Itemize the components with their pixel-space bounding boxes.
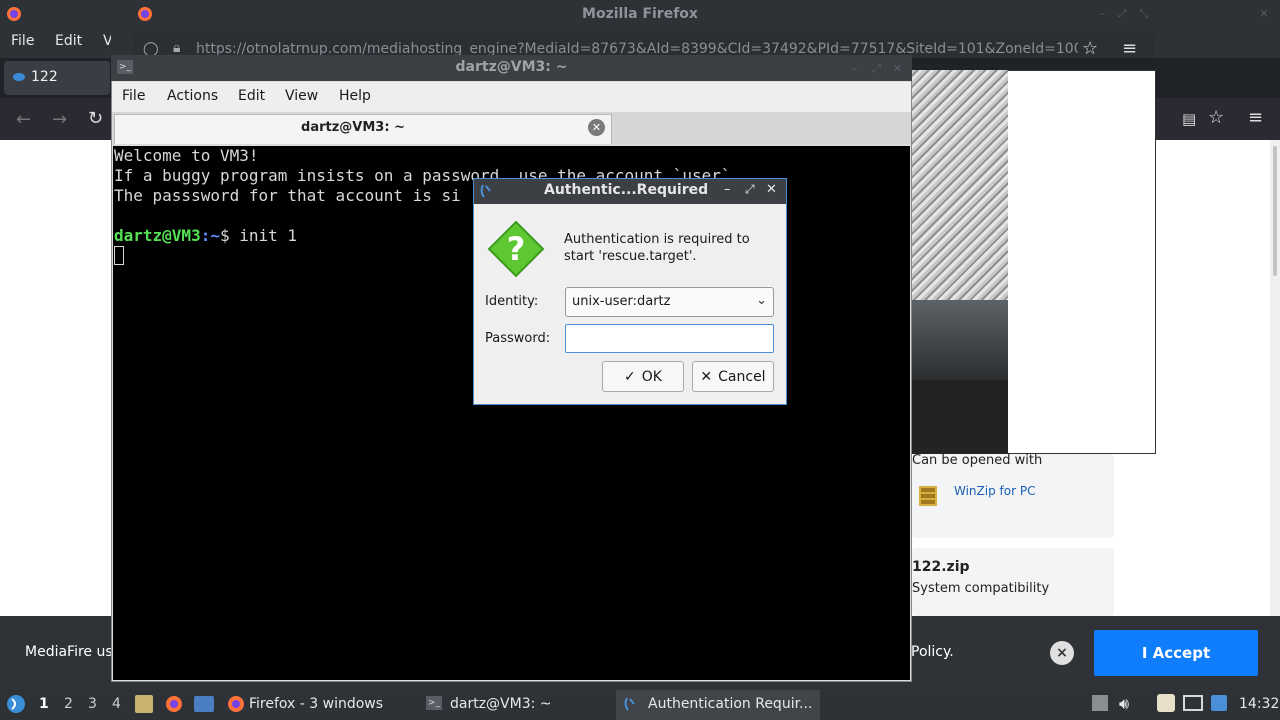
page-image-dark-area <box>912 380 1008 454</box>
clipboard-icon[interactable] <box>1157 694 1175 712</box>
cancel-button-label: Cancel <box>718 368 766 385</box>
unmaximize-icon[interactable]: ⤡ <box>1138 8 1150 20</box>
term-menu-file[interactable]: File <box>122 88 145 104</box>
password-label: Password: <box>485 331 551 346</box>
accept-cookies-button[interactable]: I Accept <box>1094 630 1258 676</box>
workspace-4[interactable]: 4 <box>112 696 121 712</box>
workspace-3[interactable]: 3 <box>88 696 97 712</box>
updates-icon[interactable] <box>1211 695 1227 711</box>
bookmark-star-icon-2[interactable]: ☆ <box>1208 107 1224 128</box>
tab-title: 122 <box>31 69 58 85</box>
network-icon[interactable] <box>1183 695 1203 711</box>
menu-hamburger-icon[interactable]: ≡ <box>1122 38 1137 59</box>
back-icon[interactable]: ← <box>16 109 31 130</box>
password-field[interactable] <box>565 324 774 353</box>
term-menu-help[interactable]: Help <box>339 88 371 104</box>
workspace-1[interactable]: 1 <box>39 696 49 712</box>
checkmark-icon: ✓ <box>624 368 636 385</box>
terminal-prompt-line: dartz@VM3:~$ init 1 <box>114 226 297 245</box>
firefox-launcher-icon[interactable] <box>165 695 183 717</box>
question-icon: ? <box>487 220 545 282</box>
minimize-icon[interactable]: – <box>1096 8 1108 20</box>
forward-icon[interactable]: → <box>52 109 67 130</box>
firefox-window-title: Mozilla Firefox <box>582 6 698 22</box>
start-menu-icon[interactable] <box>6 694 26 718</box>
identity-label: Identity: <box>485 294 539 309</box>
file-name: 122.zip <box>912 559 970 575</box>
terminal-line-3: The passsword for that account is si <box>114 186 461 205</box>
svg-text:?: ? <box>507 230 526 268</box>
task-auth-label: Authentication Requir... <box>648 696 813 712</box>
x-icon: ✕ <box>700 368 713 385</box>
auth-close-icon[interactable]: ✕ <box>766 182 777 197</box>
cancel-button[interactable]: ✕ Cancel <box>692 361 774 392</box>
lock-icon[interactable]: 🔒︎ <box>173 40 180 56</box>
ff-menu-file[interactable]: File <box>11 33 34 49</box>
browser-tab[interactable]: 122 <box>4 61 110 95</box>
maximize-icon[interactable]: ⤢ <box>1116 8 1128 20</box>
chevron-down-icon: ⌄ <box>756 293 767 308</box>
ff-menu-view[interactable]: View <box>103 33 111 49</box>
reader-view-icon[interactable]: ▤ <box>1182 110 1196 128</box>
auth-maximize-icon[interactable]: ⤢ <box>745 182 755 197</box>
mediafire-favicon <box>12 70 26 88</box>
system-compatibility-label: System compatibility <box>912 581 1050 596</box>
terminal-maximize-icon[interactable]: ⤢ <box>872 62 881 76</box>
terminal-tab-close-icon[interactable]: ✕ <box>588 119 605 136</box>
page-scrollbar-thumb[interactable] <box>1273 146 1277 276</box>
reload-icon[interactable]: ↻ <box>88 108 103 129</box>
auth-message: Authentication is required to start 'res… <box>564 232 750 264</box>
cookie-policy-text: Policy. <box>911 644 954 660</box>
terminal-close-icon[interactable]: ✕ <box>893 62 902 75</box>
prompt-user: dartz@VM3 <box>114 226 201 245</box>
ok-button-label: OK <box>641 368 662 385</box>
identity-value: unix-user:dartz <box>572 294 671 309</box>
task-terminal[interactable]: dartz@VM3: ~ <box>450 696 552 712</box>
terminal-window-title: dartz@VM3: ~ <box>455 59 568 75</box>
prompt-command: $ init 1 <box>219 226 298 245</box>
winzip-icon <box>917 482 943 514</box>
terminal-menubar <box>112 82 911 112</box>
file-manager-icon[interactable] <box>135 695 153 713</box>
clock[interactable]: 14:32 <box>1239 696 1279 712</box>
ok-button[interactable]: ✓ OK <box>602 361 684 392</box>
term-menu-actions[interactable]: Actions <box>167 88 218 104</box>
menu-hamburger-icon-2[interactable]: ≡ <box>1248 107 1263 128</box>
terminal-tab-label: dartz@VM3: ~ <box>301 120 405 135</box>
terminal-line-1: Welcome to VM3! <box>114 146 259 165</box>
term-menu-view[interactable]: View <box>285 88 318 104</box>
identity-select[interactable]: unix-user:dartz ⌄ <box>565 287 774 317</box>
page-image-frame <box>1008 70 1156 454</box>
firefox-task-icon <box>227 695 245 717</box>
tray-up-icon[interactable] <box>1092 695 1108 711</box>
polkit-app-icon <box>480 183 494 203</box>
open-with-label: Can be opened with <box>912 453 1043 468</box>
cookie-close-icon[interactable]: × <box>1050 641 1074 665</box>
workspace-2[interactable]: 2 <box>64 696 73 712</box>
task-firefox[interactable]: Firefox - 3 windows <box>249 696 383 712</box>
cookie-text: MediaFire use <box>25 644 122 660</box>
terminal-task-icon: >_ <box>426 696 442 710</box>
terminal-minimize-icon[interactable]: – <box>852 62 858 75</box>
term-menu-edit[interactable]: Edit <box>238 88 265 104</box>
show-desktop-icon[interactable] <box>194 696 214 712</box>
auth-minimize-icon[interactable]: – <box>724 182 731 197</box>
volume-icon[interactable]: 🔊︎ <box>1119 694 1129 714</box>
prompt-path: :~ <box>200 226 220 245</box>
auth-dialog-title: Authentic...Required <box>544 182 709 198</box>
ff-menu-edit[interactable]: Edit <box>55 33 82 49</box>
winzip-link[interactable]: WinZip for PC <box>954 484 1035 498</box>
page-image-shadow <box>912 300 1008 380</box>
polkit-task-icon <box>624 696 638 716</box>
close-icon[interactable]: ✕ <box>1258 8 1270 20</box>
terminal-cursor <box>114 246 124 265</box>
bookmark-star-icon[interactable]: ☆ <box>1082 38 1098 59</box>
